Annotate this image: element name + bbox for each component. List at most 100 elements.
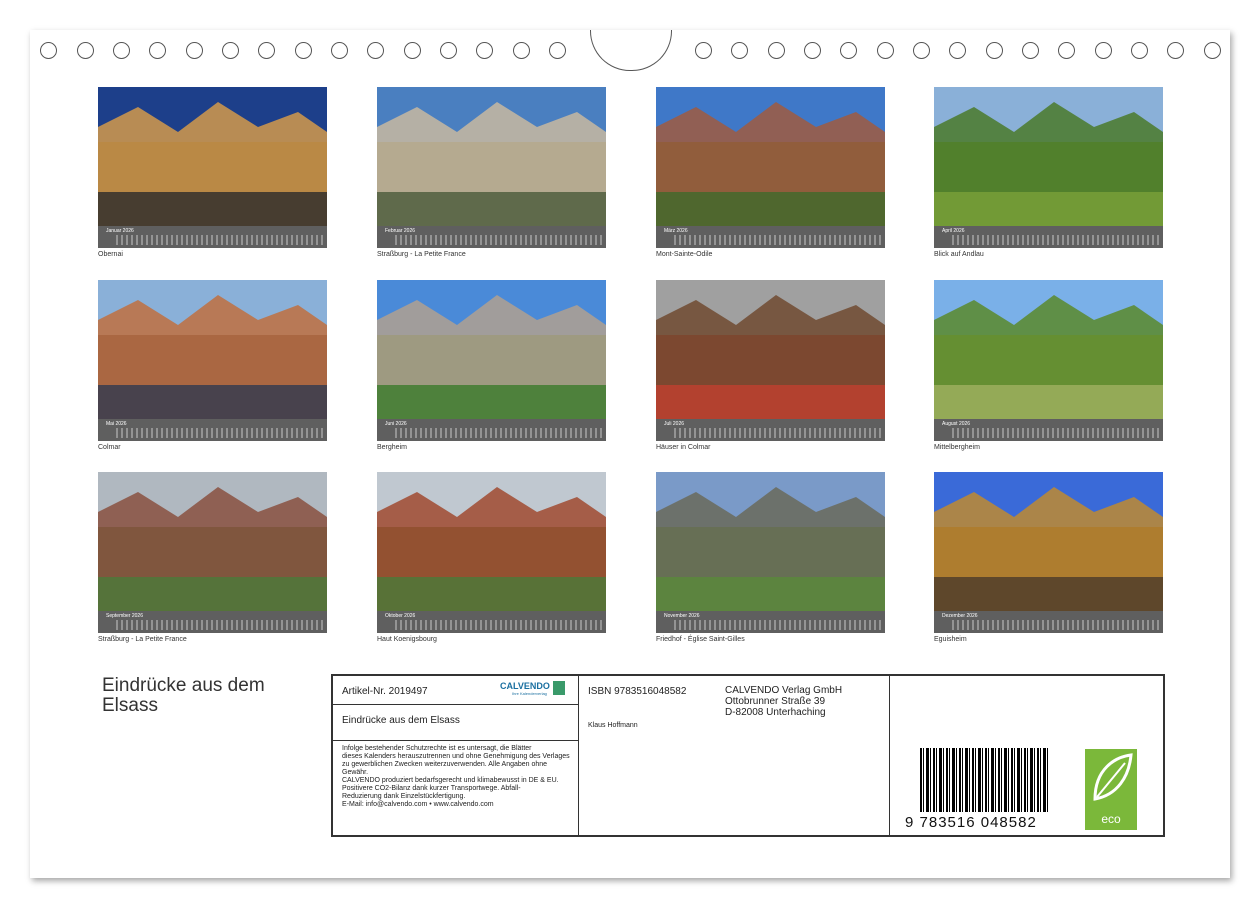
isbn: ISBN 9783516048582 [588,686,687,697]
binding-hole [1058,42,1075,59]
calvendo-logo: CALVENDO [500,681,550,691]
photo-caption: Blick auf Andlau [934,251,984,258]
month-tile: Dezember 2026 Eguisheim [934,472,1163,643]
month-tile: November 2026 Friedhof - Église Saint-Gil… [656,472,885,643]
article-number: Artikel-Nr. 2019497 [342,686,428,697]
binding-hole [367,42,384,59]
calendar-strip: Dezember 2026 [934,611,1163,633]
calendar-strip: September 2026 [98,611,327,633]
day-grid [674,620,881,630]
author: Klaus Hoffmann [588,722,638,729]
binding-hole [804,42,821,59]
month-photo [934,87,1163,226]
month-photo [98,280,327,419]
photo-caption: Häuser in Colmar [656,444,711,451]
day-grid [674,235,881,245]
binding-hole [1131,42,1148,59]
legal-text: Infolge bestehender Schutzrechte ist es … [342,745,570,808]
calendar-strip: Juni 2026 [377,419,606,441]
barcode-number: 9 783516 048582 [905,814,1037,831]
binding-hole [404,42,421,59]
calvendo-logo-subtitle: Ihre Kalenderverlag [512,691,547,696]
photo-caption: Mittelbergheim [934,444,980,451]
photo-caption: Bergheim [377,444,407,451]
month-tile: Februar 2026 Straßburg - La Petite France [377,87,606,258]
binding-hole [949,42,966,59]
month-tile: August 2026 Mittelbergheim [934,280,1163,451]
binding-hole [986,42,1003,59]
month-photo [98,87,327,226]
binding-hole [1022,42,1039,59]
binding-hole [476,42,493,59]
day-grid [395,235,602,245]
month-photo [934,280,1163,419]
month-photo [656,280,885,419]
barcode [920,748,1050,812]
month-photo [98,472,327,611]
day-grid [395,620,602,630]
binding-hole [440,42,457,59]
month-label: April 2026 [942,228,965,234]
binding-hole [149,42,166,59]
binding-hole [77,42,94,59]
binding-hole [258,42,275,59]
binding-hole [731,42,748,59]
binding-hole [40,42,57,59]
calendar-strip: Februar 2026 [377,226,606,248]
binding-hole [222,42,239,59]
eco-badge: eco [1085,749,1137,830]
binding-hole [877,42,894,59]
binding-hole [840,42,857,59]
binding-hole [1204,42,1221,59]
day-grid [116,428,323,438]
day-grid [395,428,602,438]
month-label: August 2026 [942,421,971,427]
eco-label: eco [1101,812,1121,826]
binding-hole [513,42,530,59]
calendar-strip: August 2026 [934,419,1163,441]
month-label: März 2026 [664,228,688,234]
binding-hole [331,42,348,59]
binding-hole [113,42,130,59]
day-grid [674,428,881,438]
binding-hole [913,42,930,59]
binding-hole [549,42,566,59]
page-title: Eindrücke aus dem Elsass [102,675,265,716]
month-label: Juni 2026 [385,421,407,427]
month-label: November 2026 [664,613,700,619]
book-title: Eindrücke aus dem Elsass [342,715,460,726]
photo-caption: Haut Koenigsbourg [377,636,437,643]
calendar-strip: November 2026 [656,611,885,633]
binding-hole [1095,42,1112,59]
day-grid [116,235,323,245]
day-grid [116,620,323,630]
photo-caption: Obernai [98,251,123,258]
divider [333,740,578,741]
month-tile: Mai 2026 Colmar [98,280,327,451]
month-label: Juli 2026 [664,421,685,427]
divider [578,676,579,835]
leaf-icon [1093,753,1133,801]
binding-hole [768,42,785,59]
photo-caption: Friedhof - Église Saint-Gilles [656,636,745,643]
publisher-address: CALVENDO Verlag GmbH Ottobrunner Straße … [725,685,843,718]
month-tile: Juni 2026 Bergheim [377,280,606,451]
calendar-strip: März 2026 [656,226,885,248]
calendar-strip: Mai 2026 [98,419,327,441]
binding-hole [295,42,312,59]
month-tile: Oktober 2026 Haut Koenigsbourg [377,472,606,643]
month-tile: Januar 2026 Obernai [98,87,327,258]
binding-hole [186,42,203,59]
binding-hole [695,42,712,59]
day-grid [952,235,1159,245]
calendar-strip: Juli 2026 [656,419,885,441]
month-label: Februar 2026 [385,228,416,234]
calvendo-mark-icon [553,681,565,695]
binding-hole [1167,42,1184,59]
divider [333,704,578,705]
photo-caption: Eguisheim [934,636,967,643]
month-photo [377,280,606,419]
month-tile: Juli 2026 Häuser in Colmar [656,280,885,451]
calendar-strip: Januar 2026 [98,226,327,248]
divider [889,676,890,835]
